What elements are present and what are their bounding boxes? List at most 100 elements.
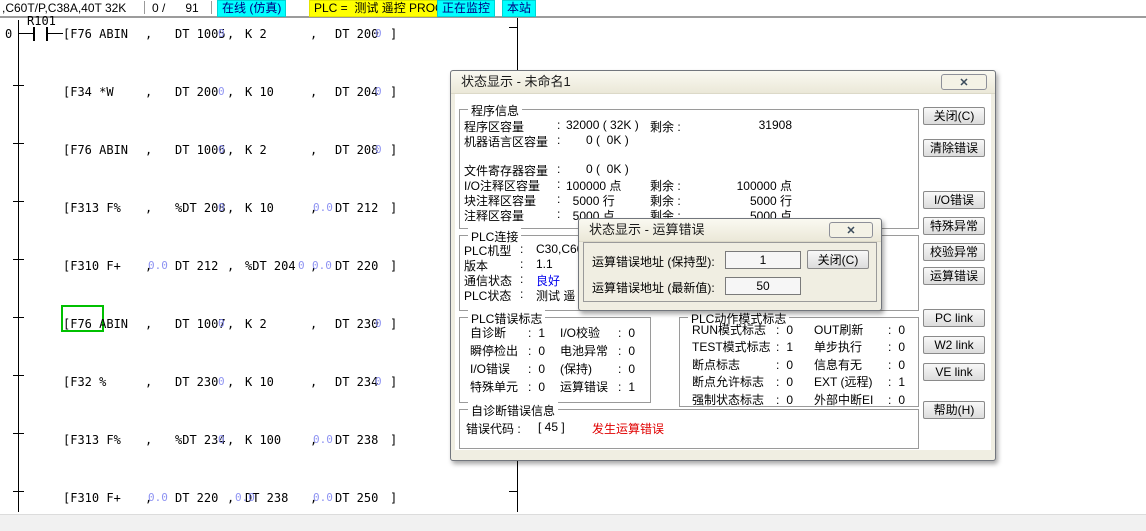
rung-op: [F313 F% xyxy=(63,201,121,215)
contact-label: R101 xyxy=(27,14,56,28)
flag-value: 1 xyxy=(538,326,545,340)
ve-link-button[interactable]: VE link xyxy=(923,363,985,381)
clear-error-button[interactable]: 清除错误 xyxy=(923,139,985,157)
plc-version-value: 1.1 xyxy=(536,257,553,271)
operation-error-dialog: 状态显示 - 运算错误 ✕ 运算错误地址 (保持型): 1 关闭(C) 运算错误… xyxy=(578,218,882,311)
rung-operand: K 2 xyxy=(245,317,267,331)
close-icon: ✕ xyxy=(846,225,855,237)
monitor-value: 0 xyxy=(375,27,382,40)
flag-value: 0 xyxy=(898,340,905,354)
hold-error-label: 运算错误地址 (保持型): xyxy=(592,255,715,269)
status-badge-monitoring: 正在监控 xyxy=(437,0,495,17)
monitor-value: 0 xyxy=(375,375,382,388)
rung-operand: K 10 xyxy=(245,375,274,389)
operation-error-button[interactable]: 运算错误 xyxy=(923,267,985,285)
rung-operand: K 100 xyxy=(245,433,281,447)
rung-operand: DT 238 xyxy=(335,433,378,447)
rung-operand: DT 220 xyxy=(175,491,218,505)
flag-value: 0 xyxy=(628,362,635,376)
flag-value: 1 xyxy=(898,375,905,389)
close-button[interactable]: ✕ xyxy=(941,74,987,90)
group-plc-error-flags: PLC错误标志 自诊断:1 瞬停检出:0 I/O错误:0 特殊单元:0 I/O校… xyxy=(459,317,651,403)
rung-operand: DT 230 xyxy=(175,375,218,389)
status-badge-station: 本站 xyxy=(502,0,536,17)
status-bar: ,C60T/P,C38A,40T 32K 0 / 91 在线 (仿真) PLC … xyxy=(0,0,1146,18)
close-dialog-button[interactable]: 关闭(C) xyxy=(923,107,985,125)
status-badge-plc-mode: PLC = 测试 遥控 PROG xyxy=(309,0,449,17)
monitor-value: 0 xyxy=(218,85,225,98)
horizontal-scrollbar[interactable] xyxy=(0,514,1146,531)
monitor-value: 0.0 xyxy=(148,491,168,504)
error-message: 发生运算错误 xyxy=(592,420,664,437)
flag-value: 0 xyxy=(898,393,905,407)
monitor-value: 0.0 xyxy=(313,491,333,504)
flag-value: 1 xyxy=(628,380,635,394)
rung-operand: DT 208 xyxy=(335,143,378,157)
flag-value: 0 xyxy=(786,358,793,372)
special-error-button[interactable]: 特殊异常 xyxy=(923,217,985,235)
statusbar-divider xyxy=(144,1,145,14)
plc-model-value: C30,C60 xyxy=(536,242,583,256)
rung-operand: K 2 xyxy=(245,143,267,157)
flag-value: 0 xyxy=(786,393,793,407)
error-dialog-panel: 运算错误地址 (保持型): 1 关闭(C) 运算错误地址 (最新值): 50 xyxy=(583,242,877,302)
monitor-value: 0.0 xyxy=(313,201,333,214)
status-badge-online: 在线 (仿真) xyxy=(217,0,286,17)
group-title: 程序信息 xyxy=(468,102,522,119)
rung-op: [F34 *W xyxy=(63,85,114,99)
dialog-titlebar[interactable]: 状态显示 - 未命名1 xyxy=(451,71,995,94)
flag-value: 0 xyxy=(538,362,545,376)
group-program-info: 程序信息 程序区容量: 32000 ( 32K ) 剩余 : 31908 机器语… xyxy=(459,109,919,229)
error-code-value: [ 45 ] xyxy=(538,420,565,434)
rung-operand: DT 200 xyxy=(175,85,218,99)
rung-operand: DT 204 xyxy=(335,85,378,99)
monitor-value: 0.0 xyxy=(235,491,255,504)
statusbar-divider xyxy=(211,1,212,14)
monitor-value: 0 xyxy=(218,201,225,214)
monitor-value: 0 xyxy=(218,317,225,330)
rung-op: [F76 ABIN xyxy=(63,143,128,157)
dialog-title: 状态显示 - 运算错误 xyxy=(589,222,705,237)
monitor-value: 0 xyxy=(218,433,225,446)
error-address-hold-field: 1 xyxy=(725,251,801,269)
monitor-value: 0.0 xyxy=(148,259,168,272)
rung-operand: K 10 xyxy=(245,201,274,215)
pc-link-button[interactable]: PC link xyxy=(923,309,985,327)
group-plc-mode-flags: PLC动作模式标志 RUN模式标志:0 TEST模式标志:1 断点标志:0 断点… xyxy=(679,317,919,407)
flag-value: 0 xyxy=(898,358,905,372)
check-error-button[interactable]: 校验异常 xyxy=(923,243,985,261)
flag-value: 0 xyxy=(628,344,635,358)
help-button[interactable]: 帮助(H) xyxy=(923,401,985,419)
monitor-value: 0.0 xyxy=(313,433,333,446)
rung-operand: DT 212 xyxy=(335,201,378,215)
dialog-title: 状态显示 - 未命名1 xyxy=(461,74,571,89)
plc-monitor-screen: ,C60T/P,C38A,40T 32K 0 / 91 在线 (仿真) PLC … xyxy=(0,0,1146,531)
rung-op: [F310 F+ xyxy=(63,259,121,273)
monitor-value: 0 xyxy=(218,143,225,156)
error-address-latest-field: 50 xyxy=(725,277,801,295)
rung-operand: K 2 xyxy=(245,27,267,41)
flag-value: 1 xyxy=(786,340,793,354)
close-error-dialog-button[interactable]: 关闭(C) xyxy=(807,250,869,269)
w2-link-button[interactable]: W2 link xyxy=(923,336,985,354)
group-self-diagnosis: 自诊断错误信息 错误代码 : [ 45 ] 发生运算错误 xyxy=(459,409,919,449)
latest-error-label: 运算错误地址 (最新值): xyxy=(592,281,715,295)
ladder-rung[interactable]: [F76 ABIN, DT 1005, K 2, DT 200] 0 0 xyxy=(0,27,1146,43)
rung-operand: DT 212 xyxy=(175,259,218,273)
monitor-value: 0 xyxy=(298,259,305,272)
error-code-label: 错误代码 : xyxy=(466,420,521,437)
flag-value: 0 xyxy=(628,326,635,340)
rung-operand: %DT 204 xyxy=(245,259,296,273)
flag-value: 0 xyxy=(786,323,793,337)
rung-op: [F76 ABIN xyxy=(63,317,128,331)
close-button[interactable]: ✕ xyxy=(829,222,873,238)
step-counter: 0 / 91 xyxy=(152,1,199,15)
rung-operand: DT 200 xyxy=(335,27,378,41)
io-error-button[interactable]: I/O错误 xyxy=(923,191,985,209)
rung-operand: DT 220 xyxy=(335,259,378,273)
rung-op: [F76 ABIN xyxy=(63,27,128,41)
monitor-value: 0 xyxy=(375,143,382,156)
flag-value: 0 xyxy=(538,344,545,358)
ladder-rung[interactable]: [F310 F+, DT 220, DT 238, DT 250] 0.0 0.… xyxy=(0,491,1146,507)
monitor-value: 0 xyxy=(375,317,382,330)
